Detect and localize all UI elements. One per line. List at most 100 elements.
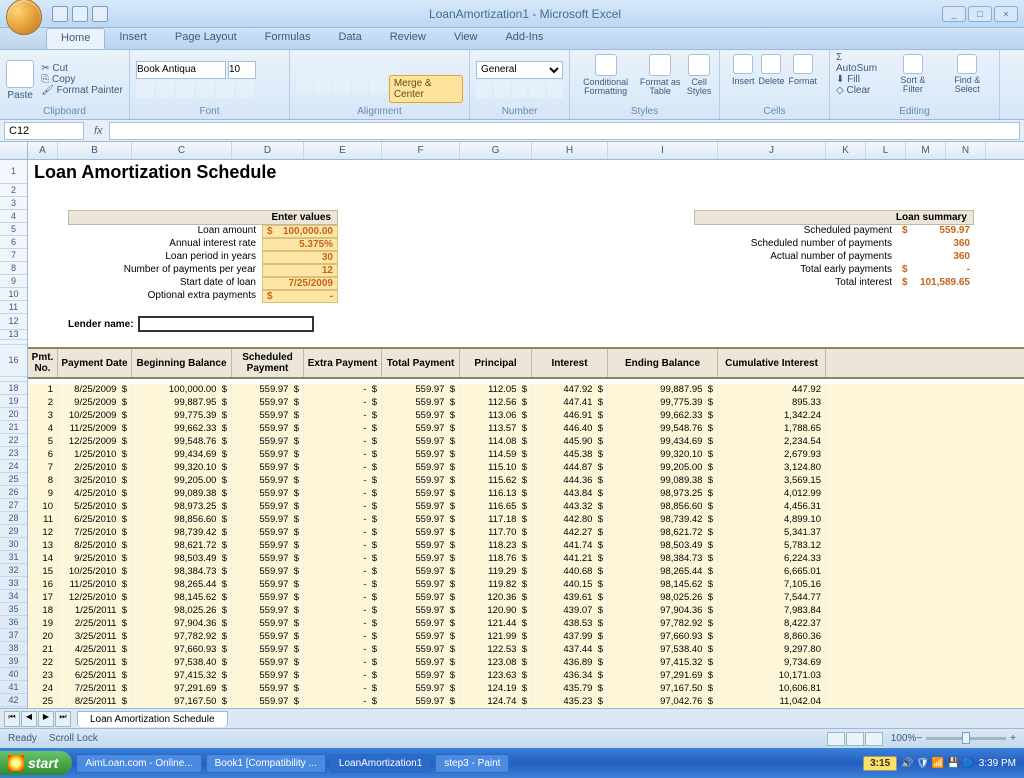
table-row[interactable]: 411/25/2009 $99,662.33 $559.97 $- $559.9… xyxy=(28,423,1024,436)
conditional-formatting-button[interactable]: Conditional Formatting xyxy=(576,52,635,106)
increase-indent-button[interactable] xyxy=(370,75,387,93)
close-button[interactable]: × xyxy=(994,6,1018,22)
table-row[interactable]: 83/25/2010 $99,205.00 $559.97 $- $559.97… xyxy=(28,475,1024,488)
row-header[interactable]: 41 xyxy=(0,681,27,694)
prev-sheet-button[interactable]: ◀ xyxy=(21,711,37,727)
table-header-cell[interactable]: Payment Date xyxy=(58,349,132,377)
table-row[interactable]: 310/25/2009 $99,775.39 $559.97 $- $559.9… xyxy=(28,410,1024,423)
row-header[interactable]: 9 xyxy=(0,275,27,288)
normal-view-button[interactable] xyxy=(827,732,845,746)
taskbar-item[interactable]: AimLoan.com - Online... xyxy=(76,754,201,773)
table-row[interactable]: 258/25/2011 $97,167.50 $559.97 $- $559.9… xyxy=(28,696,1024,708)
table-row[interactable]: 225/25/2011 $97,538.40 $559.97 $- $559.9… xyxy=(28,657,1024,670)
input-value[interactable]: 30 xyxy=(262,251,338,264)
insert-cells-button[interactable]: Insert xyxy=(732,52,755,106)
row-header[interactable]: 35 xyxy=(0,603,27,616)
font-name-input[interactable] xyxy=(136,61,226,79)
row-header[interactable]: 2 xyxy=(0,184,27,197)
format-cells-button[interactable]: Format xyxy=(789,52,818,106)
fill-button[interactable]: ⬇ Fill xyxy=(836,74,884,85)
row-header[interactable]: 43 xyxy=(0,707,27,708)
underline-button[interactable] xyxy=(176,80,194,98)
redo-icon[interactable] xyxy=(92,6,108,22)
minimize-button[interactable]: _ xyxy=(942,6,966,22)
zoom-slider[interactable]: −+ xyxy=(916,733,1016,744)
table-row[interactable]: 1712/25/2010 $98,145.62 $559.97 $- $559.… xyxy=(28,592,1024,605)
table-row[interactable]: 181/25/2011 $98,025.26 $559.97 $- $559.9… xyxy=(28,605,1024,618)
formula-input[interactable] xyxy=(109,122,1020,140)
align-center-button[interactable] xyxy=(315,75,332,93)
save-icon[interactable] xyxy=(52,6,68,22)
number-format-select[interactable]: General xyxy=(476,61,563,79)
row-header[interactable]: 10 xyxy=(0,288,27,301)
table-row[interactable]: 192/25/2011 $97,904.36 $559.97 $- $559.9… xyxy=(28,618,1024,631)
restore-button[interactable]: □ xyxy=(968,6,992,22)
table-row[interactable]: 138/25/2010 $98,621.72 $559.97 $- $559.9… xyxy=(28,540,1024,553)
bold-button[interactable] xyxy=(136,80,154,98)
row-header[interactable]: 23 xyxy=(0,447,27,460)
table-header-cell[interactable]: Total Payment xyxy=(382,349,460,377)
table-header-cell[interactable]: Ending Balance xyxy=(608,349,718,377)
fill-color-button[interactable] xyxy=(216,80,234,98)
row-header[interactable]: 29 xyxy=(0,525,27,538)
decrease-decimal-button[interactable] xyxy=(547,80,563,98)
row-header[interactable]: 36 xyxy=(0,616,27,629)
column-header[interactable]: D xyxy=(232,142,304,159)
ribbon-tab-home[interactable]: Home xyxy=(46,28,105,49)
comma-button[interactable] xyxy=(512,80,528,98)
column-header[interactable]: E xyxy=(304,142,382,159)
ribbon-tab-data[interactable]: Data xyxy=(324,28,375,49)
row-header[interactable]: 39 xyxy=(0,655,27,668)
table-row[interactable]: 1510/25/2010 $98,384.73 $559.97 $- $559.… xyxy=(28,566,1024,579)
row-header[interactable]: 7 xyxy=(0,249,27,262)
next-sheet-button[interactable]: ▶ xyxy=(38,711,54,727)
italic-button[interactable] xyxy=(156,80,174,98)
sheet-tab[interactable]: Loan Amortization Schedule xyxy=(77,711,228,727)
table-header-cell[interactable]: Principal xyxy=(460,349,532,377)
row-header[interactable]: 1 xyxy=(0,160,27,184)
ribbon-tab-view[interactable]: View xyxy=(440,28,492,49)
increase-decimal-button[interactable] xyxy=(529,80,545,98)
table-row[interactable]: 127/25/2010 $98,739.42 $559.97 $- $559.9… xyxy=(28,527,1024,540)
merge-center-button[interactable]: Merge & Center xyxy=(389,75,463,103)
row-header[interactable]: 19 xyxy=(0,395,27,408)
row-header[interactable]: 24 xyxy=(0,460,27,473)
autosum-button[interactable]: Σ AutoSum xyxy=(836,52,884,74)
table-row[interactable]: 116/25/2010 $98,856.60 $559.97 $- $559.9… xyxy=(28,514,1024,527)
row-header[interactable]: 42 xyxy=(0,694,27,707)
lender-name-input[interactable] xyxy=(138,316,314,332)
page-break-view-button[interactable] xyxy=(865,732,883,746)
font-color-button[interactable] xyxy=(236,80,254,98)
column-header[interactable]: M xyxy=(906,142,946,159)
table-header-cell[interactable]: Interest xyxy=(532,349,608,377)
table-row[interactable]: 94/25/2010 $99,089.38 $559.97 $- $559.97… xyxy=(28,488,1024,501)
delete-cells-button[interactable]: Delete xyxy=(758,52,784,106)
fx-icon[interactable]: fx xyxy=(94,125,103,137)
undo-icon[interactable] xyxy=(72,6,88,22)
row-header[interactable]: 11 xyxy=(0,301,27,314)
table-row[interactable]: 247/25/2011 $97,291.69 $559.97 $- $559.9… xyxy=(28,683,1024,696)
find-select-button[interactable]: Find & Select xyxy=(942,52,993,106)
ribbon-tab-insert[interactable]: Insert xyxy=(105,28,161,49)
orientation-button[interactable] xyxy=(356,56,374,74)
input-value[interactable]: $- xyxy=(262,290,338,303)
start-button[interactable]: start xyxy=(0,751,72,775)
row-header[interactable]: 31 xyxy=(0,551,27,564)
page-layout-view-button[interactable] xyxy=(846,732,864,746)
ribbon-tab-review[interactable]: Review xyxy=(376,28,440,49)
align-left-button[interactable] xyxy=(296,75,313,93)
name-box[interactable] xyxy=(4,122,84,140)
row-header[interactable]: 18 xyxy=(0,382,27,395)
row-header[interactable]: 40 xyxy=(0,668,27,681)
row-header[interactable]: 22 xyxy=(0,434,27,447)
row-header[interactable]: 16 xyxy=(0,345,27,377)
paste-icon[interactable] xyxy=(6,60,34,88)
table-row[interactable]: 1611/25/2010 $98,265.44 $559.97 $- $559.… xyxy=(28,579,1024,592)
row-header[interactable]: 12 xyxy=(0,314,27,330)
row-header[interactable]: 5 xyxy=(0,223,27,236)
column-header[interactable]: I xyxy=(608,142,718,159)
row-header[interactable]: 21 xyxy=(0,421,27,434)
row-header[interactable]: 26 xyxy=(0,486,27,499)
align-top-button[interactable] xyxy=(296,56,314,74)
first-sheet-button[interactable]: ⏮ xyxy=(4,711,20,727)
